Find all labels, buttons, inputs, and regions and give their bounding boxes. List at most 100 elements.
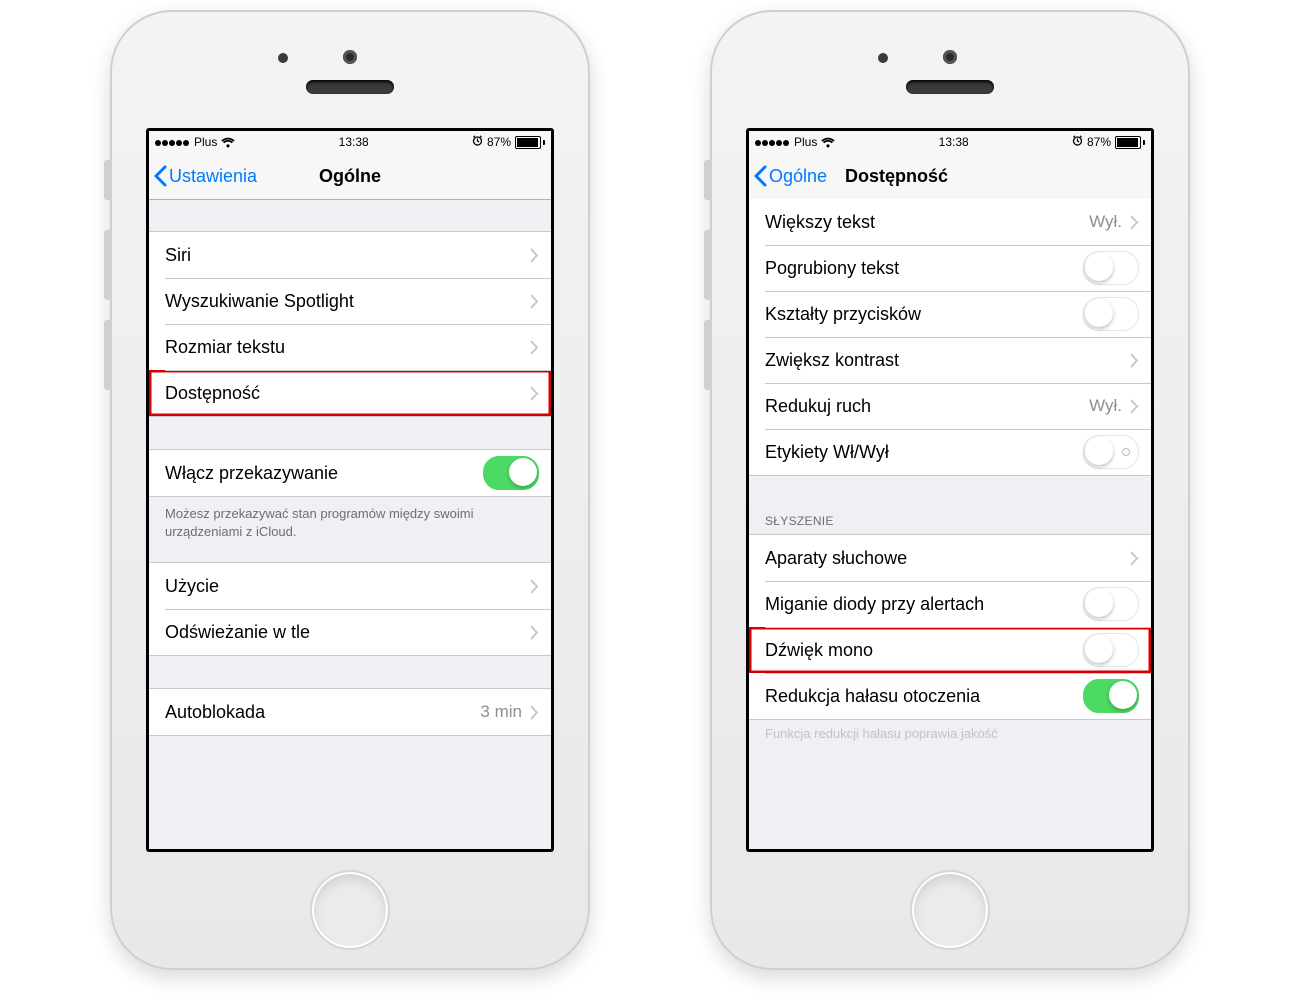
row-label: Pogrubiony tekst: [765, 258, 1083, 279]
row-label: Dźwięk mono: [765, 640, 1083, 661]
row-autolock[interactable]: Autoblokada 3 min: [149, 689, 551, 735]
row-label: Użycie: [165, 576, 530, 597]
signal-dots-icon: [755, 135, 790, 149]
row-label: Zwiększ kontrast: [765, 350, 1130, 371]
row-usage[interactable]: Użycie: [149, 563, 551, 609]
row-hearing-aids[interactable]: Aparaty słuchowe: [749, 535, 1151, 581]
mute-switch: [104, 160, 110, 200]
nav-bar: Ustawienia Ogólne: [149, 153, 551, 200]
screen-right: Plus 13:38 87%: [746, 128, 1154, 852]
group-footer: Możesz przekazywać stan programów między…: [149, 497, 551, 544]
screen-left: Plus 13:38 87%: [146, 128, 554, 852]
front-camera: [343, 50, 357, 64]
toggle-onoff-labels[interactable]: [1083, 435, 1139, 469]
back-button[interactable]: Ogólne: [749, 165, 827, 187]
toggle-mono-audio[interactable]: [1083, 633, 1139, 667]
chevron-right-icon: [530, 386, 539, 401]
row-background-refresh[interactable]: Odświeżanie w tle: [149, 609, 551, 655]
clock: 13:38: [339, 135, 369, 149]
toggle-button-shapes[interactable]: [1083, 297, 1139, 331]
row-noise-cancel[interactable]: Redukcja hałasu otoczenia: [749, 673, 1151, 719]
earpiece-speaker: [906, 80, 994, 94]
chevron-right-icon: [530, 294, 539, 309]
row-led-flash[interactable]: Miganie diody przy alertach: [749, 581, 1151, 627]
row-detail: Wył.: [1089, 396, 1122, 416]
earpiece-speaker: [306, 80, 394, 94]
settings-scroll[interactable]: Większy tekst Wył. Pogrubiony tekst Kszt…: [749, 199, 1151, 849]
row-label: Włącz przekazywanie: [165, 463, 483, 484]
row-label: Rozmiar tekstu: [165, 337, 530, 358]
chevron-right-icon: [530, 248, 539, 263]
toggle-bold-text[interactable]: [1083, 251, 1139, 285]
volume-down: [104, 320, 110, 390]
settings-scroll[interactable]: Siri Wyszukiwanie Spotlight Rozmiar teks…: [149, 199, 551, 849]
page-title: Dostępność: [845, 166, 948, 187]
chevron-right-icon: [530, 340, 539, 355]
row-bold-text[interactable]: Pogrubiony tekst: [749, 245, 1151, 291]
row-siri[interactable]: Siri: [149, 232, 551, 278]
row-detail: 3 min: [480, 702, 522, 722]
battery-pct: 87%: [1087, 135, 1111, 149]
back-label: Ustawienia: [169, 166, 257, 187]
mute-switch: [704, 160, 710, 200]
row-label: Aparaty słuchowe: [765, 548, 1130, 569]
chevron-right-icon: [530, 705, 539, 720]
toggle-handoff[interactable]: [483, 456, 539, 490]
row-label: Większy tekst: [765, 212, 1089, 233]
group-header-hearing: SŁYSZENIE: [749, 508, 1151, 534]
home-button[interactable]: [910, 870, 990, 950]
row-label: Etykiety Wł/Wył: [765, 442, 1083, 463]
row-label: Odświeżanie w tle: [165, 622, 530, 643]
row-handoff[interactable]: Włącz przekazywanie: [149, 450, 551, 496]
chevron-right-icon: [1130, 215, 1139, 230]
row-onoff-labels[interactable]: Etykiety Wł/Wył: [749, 429, 1151, 475]
group-footer-cutoff: Funkcja redukcji hałasu poprawia jakość: [749, 720, 1151, 741]
row-reduce-motion[interactable]: Redukuj ruch Wył.: [749, 383, 1151, 429]
row-label: Miganie diody przy alertach: [765, 594, 1083, 615]
chevron-right-icon: [530, 579, 539, 594]
carrier-label: Plus: [794, 135, 817, 149]
clock: 13:38: [939, 135, 969, 149]
chevron-right-icon: [1130, 353, 1139, 368]
row-label: Wyszukiwanie Spotlight: [165, 291, 530, 312]
battery-icon: [515, 136, 545, 149]
chevron-right-icon: [1130, 399, 1139, 414]
page-title: Ogólne: [319, 166, 381, 187]
toggle-led-flash[interactable]: [1083, 587, 1139, 621]
wifi-icon: [221, 137, 235, 148]
row-label: Redukcja hałasu otoczenia: [765, 686, 1083, 707]
row-label: Autoblokada: [165, 702, 480, 723]
proximity-sensor: [278, 53, 288, 63]
row-button-shapes[interactable]: Kształty przycisków: [749, 291, 1151, 337]
nav-bar: Ogólne Dostępność: [749, 153, 1151, 200]
phone-mockup-right: Plus 13:38 87%: [710, 10, 1190, 970]
front-camera: [943, 50, 957, 64]
home-button[interactable]: [310, 870, 390, 950]
chevron-right-icon: [1130, 551, 1139, 566]
alarm-icon: [1072, 135, 1083, 149]
row-label: Kształty przycisków: [765, 304, 1083, 325]
row-increase-contrast[interactable]: Zwiększ kontrast: [749, 337, 1151, 383]
status-bar: Plus 13:38 87%: [749, 131, 1151, 153]
row-accessibility[interactable]: Dostępność: [149, 370, 551, 416]
row-detail: Wył.: [1089, 212, 1122, 232]
row-mono-audio[interactable]: Dźwięk mono: [749, 627, 1151, 673]
row-larger-text[interactable]: Większy tekst Wył.: [749, 199, 1151, 245]
phone-mockup-left: Plus 13:38 87%: [110, 10, 590, 970]
row-label: Siri: [165, 245, 530, 266]
row-label: Redukuj ruch: [765, 396, 1089, 417]
alarm-icon: [472, 135, 483, 149]
toggle-noise-cancel[interactable]: [1083, 679, 1139, 713]
row-text-size[interactable]: Rozmiar tekstu: [149, 324, 551, 370]
volume-up: [104, 230, 110, 300]
battery-pct: 87%: [487, 135, 511, 149]
back-label: Ogólne: [769, 166, 827, 187]
signal-dots-icon: [155, 135, 190, 149]
wifi-icon: [821, 137, 835, 148]
row-label: Dostępność: [165, 383, 530, 404]
volume-up: [704, 230, 710, 300]
chevron-right-icon: [530, 625, 539, 640]
battery-icon: [1115, 136, 1145, 149]
back-button[interactable]: Ustawienia: [149, 165, 257, 187]
row-spotlight[interactable]: Wyszukiwanie Spotlight: [149, 278, 551, 324]
